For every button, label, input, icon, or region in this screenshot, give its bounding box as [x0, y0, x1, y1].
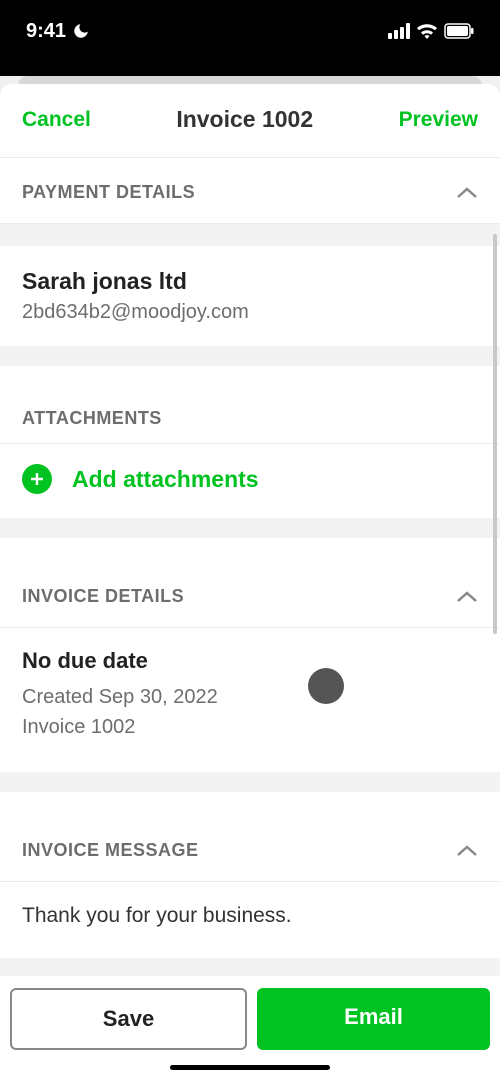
status-indicators: [388, 23, 474, 39]
payment-details-header[interactable]: PAYMENT DETAILS: [0, 158, 500, 224]
invoice-details-header[interactable]: INVOICE DETAILS: [0, 538, 500, 628]
invoice-details-title: INVOICE DETAILS: [22, 586, 184, 607]
chevron-up-icon: [456, 186, 478, 200]
section-gap: [0, 518, 500, 538]
cancel-button[interactable]: Cancel: [22, 108, 91, 132]
invoice-details-body[interactable]: No due date Created Sep 30, 2022 Invoice…: [0, 628, 500, 772]
customer-email: 2bd634b2@moodjoy.com: [22, 301, 478, 324]
add-attachments-button[interactable]: Add attachments: [0, 444, 500, 518]
message-text: Thank you for your business.: [22, 904, 478, 928]
nav-bar: Cancel Invoice 1002 Preview: [0, 84, 500, 158]
preview-button[interactable]: Preview: [399, 108, 478, 132]
battery-icon: [444, 23, 474, 39]
modal-sheet: Cancel Invoice 1002 Preview PAYMENT DETA…: [0, 84, 500, 1080]
section-gap: [0, 772, 500, 792]
invoice-message-body[interactable]: Thank you for your business.: [0, 882, 500, 958]
wifi-icon: [416, 23, 438, 39]
signal-icon: [388, 23, 410, 39]
created-date: Created Sep 30, 2022: [22, 682, 478, 712]
invoice-message-title: INVOICE MESSAGE: [22, 840, 199, 861]
email-button[interactable]: Email: [257, 988, 490, 1050]
modal-backdrop: [0, 62, 500, 76]
add-attachments-label: Add attachments: [72, 466, 259, 493]
attachments-section: ATTACHMENTS Add attachments: [0, 366, 500, 518]
customer-name: Sarah jonas ltd: [22, 268, 478, 295]
customer-block[interactable]: Sarah jonas ltd 2bd634b2@moodjoy.com: [0, 246, 500, 346]
chevron-up-icon: [456, 590, 478, 604]
save-button[interactable]: Save: [10, 988, 247, 1050]
moon-icon: [72, 22, 90, 40]
invoice-details-section: INVOICE DETAILS No due date Created Sep …: [0, 538, 500, 772]
plus-circle-icon: [22, 464, 52, 494]
page-title: Invoice 1002: [176, 106, 313, 133]
scroll-area[interactable]: PAYMENT DETAILS Sarah jonas ltd 2bd634b2…: [0, 158, 500, 976]
invoice-message-header[interactable]: INVOICE MESSAGE: [0, 792, 500, 882]
section-gap: [0, 346, 500, 366]
invoice-number: Invoice 1002: [22, 712, 478, 742]
status-time: 9:41: [26, 20, 66, 43]
chevron-up-icon: [456, 844, 478, 858]
due-date: No due date: [22, 648, 478, 674]
home-indicator[interactable]: [170, 1065, 330, 1070]
scroll-indicator[interactable]: [493, 234, 497, 634]
invoice-message-section: INVOICE MESSAGE Thank you for your busin…: [0, 792, 500, 958]
touch-indicator: [308, 668, 344, 704]
status-bar: 9:41: [0, 0, 500, 62]
payment-details-title: PAYMENT DETAILS: [22, 182, 195, 203]
status-time-group: 9:41: [26, 20, 90, 43]
attachments-header: ATTACHMENTS: [0, 366, 500, 444]
